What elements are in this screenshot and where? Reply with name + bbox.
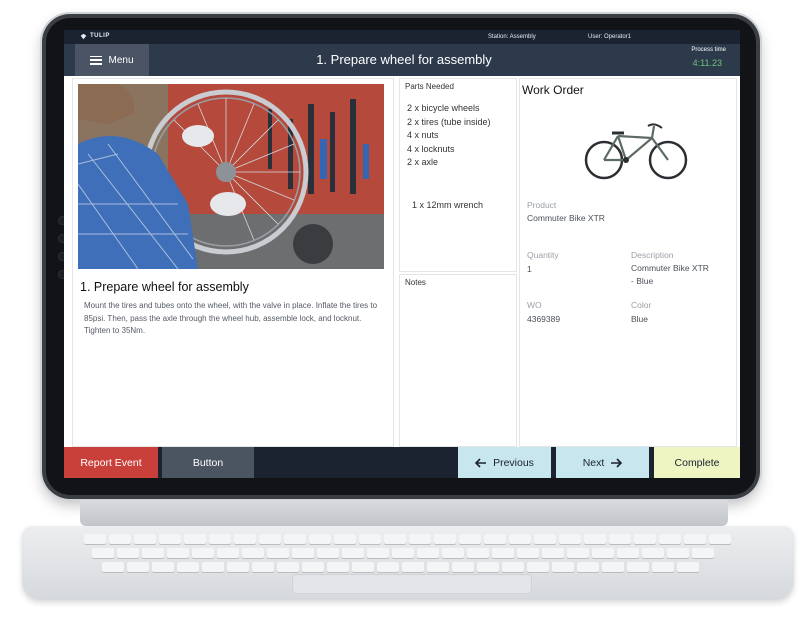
- wo-value: 4369389: [527, 314, 561, 324]
- product-label: Product: [527, 200, 557, 210]
- product-value: Commuter Bike XTR: [527, 213, 605, 223]
- work-order-title: Work Order: [522, 83, 584, 97]
- color-label: Color: [631, 300, 652, 310]
- parts-tool-item: 1 x 12mm wrench: [412, 200, 484, 210]
- previous-button-label: Previous: [493, 456, 534, 469]
- quantity-value: 1: [527, 264, 532, 274]
- tulip-logo-icon: [80, 33, 87, 40]
- parts-list-item: 2 x axle: [407, 157, 439, 167]
- keyboard: [22, 526, 794, 600]
- parts-list-item: 2 x bicycle wheels: [407, 103, 480, 113]
- menu-button[interactable]: Menu: [75, 44, 149, 76]
- quantity-label: Quantity: [527, 250, 559, 260]
- generic-button-label: Button: [192, 456, 224, 469]
- complete-button-label: Complete: [674, 456, 720, 469]
- header-bar: Menu 1. Prepare wheel for assembly Proce…: [64, 44, 740, 76]
- generic-button[interactable]: Button: [162, 447, 254, 478]
- key-row: [84, 534, 731, 544]
- notes-title: Notes: [405, 278, 426, 287]
- previous-button[interactable]: Previous: [458, 447, 551, 478]
- description-label: Description: [631, 250, 674, 260]
- key-row: [92, 548, 714, 558]
- complete-button[interactable]: Complete: [654, 447, 740, 478]
- parts-list-item: 4 x nuts: [407, 130, 439, 140]
- notes-panel: [399, 274, 517, 447]
- station-label: Station: Assembly: [488, 34, 536, 40]
- instruction-text: Mount the tires and tubes onto the wheel…: [84, 301, 378, 335]
- brand-logo-text: TULIP: [90, 33, 110, 39]
- process-time-value: 4:11.23: [692, 58, 722, 68]
- trackpad: [292, 574, 532, 594]
- parts-needed-title: Parts Needed: [405, 82, 454, 91]
- description-value: Commuter Bike XTR - Blue: [631, 263, 709, 286]
- step-title: 1. Prepare wheel for assembly: [316, 52, 492, 67]
- key-row: [102, 562, 699, 572]
- bicycle-image: [584, 123, 688, 180]
- report-event-label: Report Event: [80, 456, 142, 469]
- user-label: User: Operator1: [588, 34, 632, 40]
- parts-list-item: 2 x tires (tube inside): [407, 116, 491, 127]
- report-event-button[interactable]: Report Event: [64, 447, 158, 478]
- app-screen: TULIP Station: Assembly User: Operator1 …: [64, 30, 740, 478]
- parts-list: 2 x bicycle wheels 2 x tires (tube insid…: [407, 102, 491, 170]
- arrow-right-icon: [611, 457, 623, 468]
- wo-label: WO: [527, 300, 542, 310]
- assembly-photo: [78, 84, 384, 269]
- next-button-label: Next: [582, 456, 605, 469]
- menu-button-label: Menu: [108, 54, 134, 66]
- arrow-left-icon: [475, 457, 487, 468]
- hamburger-icon: [90, 55, 103, 65]
- instruction-title: 1. Prepare wheel for assembly: [80, 280, 249, 294]
- keyboard-hinge: [80, 500, 728, 526]
- status-bar: TULIP Station: Assembly User: Operator1: [64, 30, 740, 44]
- color-value: Blue: [631, 314, 649, 324]
- process-time-label: Process time: [691, 47, 726, 53]
- next-button[interactable]: Next: [556, 447, 649, 478]
- parts-list-item: 4 x locknuts: [407, 143, 455, 154]
- bottom-action-bar: Report Event Button Previous Next Comple…: [64, 447, 740, 478]
